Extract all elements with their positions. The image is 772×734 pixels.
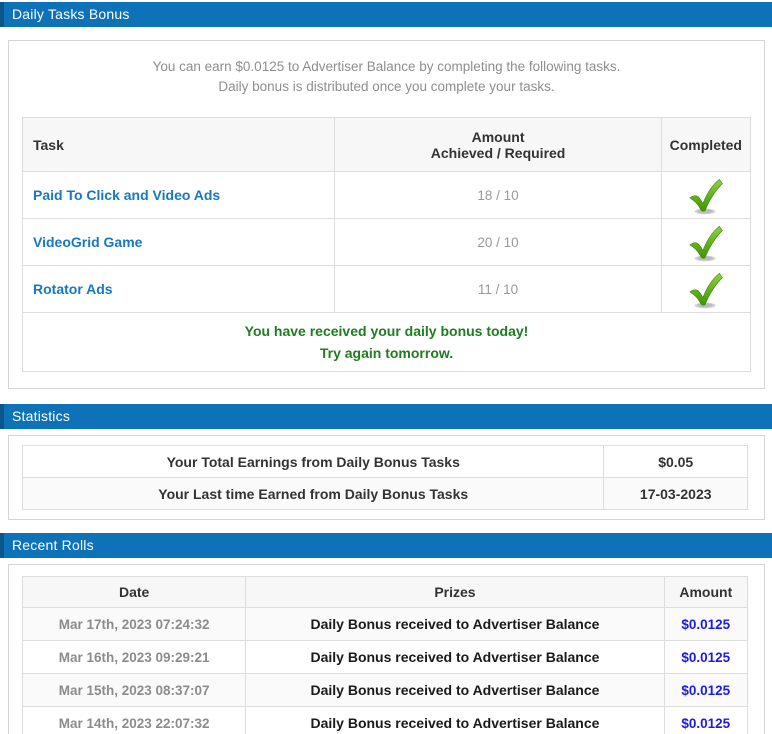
recent-rolls-table: Date Prizes Amount Mar 17th, 2023 07:24:… xyxy=(22,576,748,734)
task-cell: VideoGrid Game xyxy=(23,219,335,266)
stat-label-total-earnings: Your Total Earnings from Daily Bonus Tas… xyxy=(23,446,604,478)
intro-line-1: You can earn $0.0125 to Advertiser Balan… xyxy=(22,57,751,77)
daily-tasks-bonus-header: Daily Tasks Bonus xyxy=(0,2,772,27)
table-row: Mar 16th, 2023 09:29:21 Daily Bonus rece… xyxy=(23,641,748,674)
statistics-panel: Your Total Earnings from Daily Bonus Tas… xyxy=(8,435,765,520)
recent-rolls-panel: Date Prizes Amount Mar 17th, 2023 07:24:… xyxy=(8,564,765,734)
roll-prize: Daily Bonus received to Advertiser Balan… xyxy=(246,707,664,734)
table-row: Paid To Click and Video Ads 18 / 10 xyxy=(23,172,751,219)
roll-amount: $0.0125 xyxy=(664,707,747,734)
table-row: VideoGrid Game 20 / 10 xyxy=(23,219,751,266)
bonus-message-row: You have received your daily bonus today… xyxy=(23,313,751,372)
completed-cell xyxy=(661,172,750,219)
table-row: Mar 15th, 2023 08:37:07 Daily Bonus rece… xyxy=(23,674,748,707)
prizes-column-header: Prizes xyxy=(246,577,664,608)
roll-prize: Daily Bonus received to Advertiser Balan… xyxy=(246,674,664,707)
recent-rolls-header: Recent Rolls xyxy=(0,533,772,558)
amount-cell: 11 / 10 xyxy=(335,266,661,313)
table-row: Your Total Earnings from Daily Bonus Tas… xyxy=(23,446,748,478)
roll-date: Mar 16th, 2023 09:29:21 xyxy=(23,641,246,674)
statistics-table: Your Total Earnings from Daily Bonus Tas… xyxy=(22,445,748,510)
roll-amount: $0.0125 xyxy=(664,674,747,707)
daily-tasks-panel: You can earn $0.0125 to Advertiser Balan… xyxy=(8,40,765,389)
completed-column-header: Completed xyxy=(661,118,750,172)
roll-date: Mar 15th, 2023 08:37:07 xyxy=(23,674,246,707)
completed-cell xyxy=(661,219,750,266)
stat-label-last-earned: Your Last time Earned from Daily Bonus T… xyxy=(23,478,604,510)
table-row: Rotator Ads 11 / 10 xyxy=(23,266,751,313)
amount-column-header: Amount Achieved / Required xyxy=(335,118,661,172)
roll-amount: $0.0125 xyxy=(664,641,747,674)
bonus-message-line-2: Try again tomorrow. xyxy=(31,342,742,364)
tasks-header-row: Task Amount Achieved / Required Complete… xyxy=(23,118,751,172)
task-cell: Paid To Click and Video Ads xyxy=(23,172,335,219)
daily-tasks-table: Task Amount Achieved / Required Complete… xyxy=(22,117,751,372)
completed-cell xyxy=(661,266,750,313)
task-link-ptc-video-ads[interactable]: Paid To Click and Video Ads xyxy=(33,187,220,203)
daily-bonus-page: Daily Tasks Bonus You can earn $0.0125 t… xyxy=(0,0,772,734)
green-check-icon xyxy=(685,223,727,263)
roll-amount: $0.0125 xyxy=(664,608,747,641)
statistics-header: Statistics xyxy=(0,404,772,429)
bonus-received-message: You have received your daily bonus today… xyxy=(23,313,751,372)
rolls-header-row: Date Prizes Amount xyxy=(23,577,748,608)
table-row: Mar 14th, 2023 22:07:32 Daily Bonus rece… xyxy=(23,707,748,734)
task-link-rotator-ads[interactable]: Rotator Ads xyxy=(33,281,113,297)
table-row: Mar 17th, 2023 07:24:32 Daily Bonus rece… xyxy=(23,608,748,641)
daily-tasks-intro: You can earn $0.0125 to Advertiser Balan… xyxy=(22,57,751,97)
green-check-icon xyxy=(685,270,727,310)
table-row: Your Last time Earned from Daily Bonus T… xyxy=(23,478,748,510)
roll-prize: Daily Bonus received to Advertiser Balan… xyxy=(246,608,664,641)
intro-line-2: Daily bonus is distributed once you comp… xyxy=(22,77,751,97)
green-check-icon xyxy=(685,176,727,216)
stat-value-last-earned: 17-03-2023 xyxy=(604,478,748,510)
task-column-header: Task xyxy=(23,118,335,172)
stat-value-total-earnings: $0.05 xyxy=(604,446,748,478)
bonus-message-line-1: You have received your daily bonus today… xyxy=(31,320,742,342)
date-column-header: Date xyxy=(23,577,246,608)
task-cell: Rotator Ads xyxy=(23,266,335,313)
amount-column-header: Amount xyxy=(664,577,747,608)
amount-cell: 20 / 10 xyxy=(335,219,661,266)
roll-prize: Daily Bonus received to Advertiser Balan… xyxy=(246,641,664,674)
roll-date: Mar 17th, 2023 07:24:32 xyxy=(23,608,246,641)
amount-cell: 18 / 10 xyxy=(335,172,661,219)
task-link-videogrid-game[interactable]: VideoGrid Game xyxy=(33,234,142,250)
roll-date: Mar 14th, 2023 22:07:32 xyxy=(23,707,246,734)
